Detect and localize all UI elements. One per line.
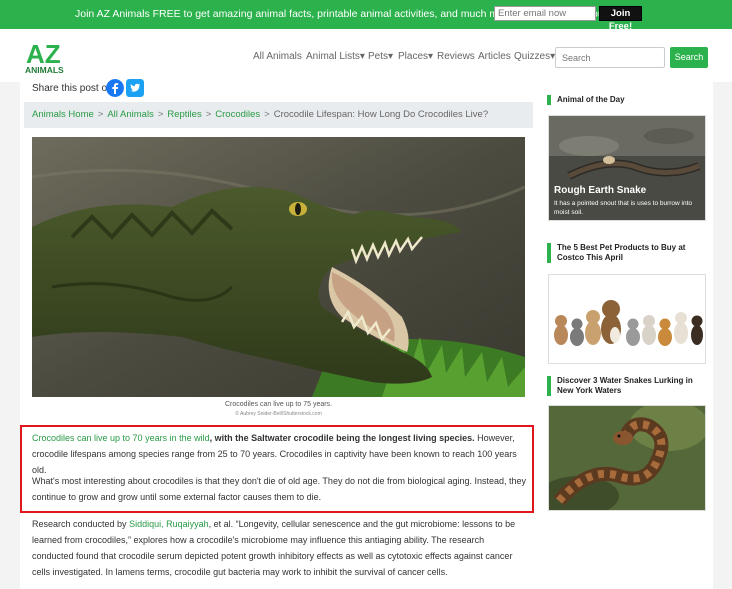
- paragraph-3-prefix: Research conducted by: [32, 519, 130, 529]
- nav-pets[interactable]: Pets▾: [368, 51, 393, 62]
- nav-articles[interactable]: Articles: [478, 51, 511, 62]
- animal-of-the-day-header: Animal of the Day: [547, 95, 707, 105]
- breadcrumb-current-page: Crocodile Lifespan: How Long Do Crocodil…: [273, 109, 489, 120]
- pets-group-image: [549, 275, 705, 363]
- article-paragraph-3: Research conducted by Siddiqui, Ruqaiyya…: [32, 516, 522, 580]
- nav-reviews[interactable]: Reviews: [437, 51, 475, 62]
- costco-pet-products-card[interactable]: [548, 274, 706, 364]
- az-animals-logo[interactable]: AZ ANIMALS: [24, 41, 72, 75]
- animal-of-the-day-description: It has a pointed snout that is uses to b…: [554, 200, 693, 216]
- search-input[interactable]: [555, 47, 665, 68]
- saltwater-bold-text: , with the Saltwater crocodile being the…: [209, 433, 475, 443]
- crocodile-hero-image: [32, 137, 525, 397]
- breadcrumb-all-animals[interactable]: All Animals: [107, 109, 153, 120]
- breadcrumb-crocodiles[interactable]: Crocodiles: [215, 109, 260, 120]
- email-input[interactable]: [494, 6, 596, 21]
- animal-of-the-day-card[interactable]: Rough Earth Snake It has a pointed snout…: [548, 115, 706, 221]
- breadcrumb-separator: >: [205, 109, 212, 120]
- article-paragraph-1: Crocodiles can live up to 70 years in th…: [32, 430, 527, 478]
- search-button[interactable]: Search: [670, 47, 708, 68]
- crocodile-illustration: [32, 137, 525, 397]
- nav-animal-lists[interactable]: Animal Lists▾: [306, 51, 365, 62]
- facebook-icon[interactable]: [106, 79, 124, 97]
- hero-credit: © Aubrey Snider-Bell/Shutterstock.com: [235, 411, 322, 417]
- lifespan-link[interactable]: Crocodiles can live up to 70 years in th…: [32, 433, 210, 443]
- water-snake-image: [549, 406, 705, 510]
- nav-quizzes[interactable]: Quizzes▾: [514, 51, 555, 62]
- water-snakes-card[interactable]: [548, 405, 706, 511]
- join-free-button[interactable]: Join Free!: [599, 6, 642, 32]
- breadcrumb: Animals Home > All Animals > Reptiles > Crocod…: [24, 102, 533, 128]
- article-paragraph-2: What's most interesting about crocodiles…: [32, 476, 527, 502]
- main-navbar: AZ ANIMALS All Animals Animal Lists▾ Pet…: [0, 29, 732, 82]
- breadcrumb-separator: >: [264, 109, 270, 120]
- promo-bar: Join AZ Animals FREE to get amazing anim…: [0, 0, 732, 32]
- breadcrumb-reptiles[interactable]: Reptiles: [167, 109, 201, 120]
- animal-of-the-day-title[interactable]: Rough Earth Snake: [554, 185, 646, 196]
- water-snakes-header[interactable]: Discover 3 Water Snakes Lurking in New Y…: [547, 376, 697, 396]
- breadcrumb-animals-home[interactable]: Animals Home: [32, 109, 94, 120]
- breadcrumb-separator: >: [97, 109, 104, 120]
- hero-caption: Crocodiles can live up to 75 years.: [225, 401, 332, 408]
- breadcrumb-separator: >: [157, 109, 164, 120]
- logo-bottom-text: ANIMALS: [25, 65, 64, 75]
- share-label: Share this post on:: [32, 83, 116, 94]
- twitter-icon[interactable]: [126, 79, 144, 97]
- costco-pet-products-header[interactable]: The 5 Best Pet Products to Buy at Costco…: [547, 243, 697, 263]
- siddiqui-link[interactable]: Siddiqui, Ruqaiyyah: [129, 519, 209, 529]
- nav-places[interactable]: Places▾: [398, 51, 433, 62]
- nav-all-animals[interactable]: All Animals: [253, 51, 302, 62]
